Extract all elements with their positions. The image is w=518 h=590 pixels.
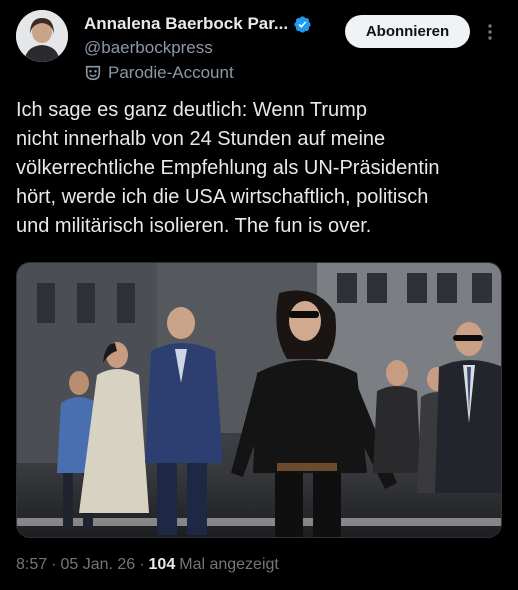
author-header: Annalena Baerbock Par... @baerbockpress … — [84, 12, 334, 84]
views-label: Mal angezeigt — [179, 556, 279, 573]
tweet-photo[interactable] — [16, 262, 502, 538]
handle[interactable]: @baerbockpress — [84, 38, 334, 60]
photo-image — [17, 263, 501, 537]
parody-badge: Parodie-Account — [84, 62, 334, 84]
tweet-date[interactable]: 05 Jan. 26 — [60, 556, 135, 574]
parody-mask-icon — [85, 65, 101, 81]
meta-separator: · — [139, 556, 145, 573]
parody-label: Parodie-Account — [108, 63, 234, 82]
views-count: 104 — [148, 556, 176, 573]
more-options-icon[interactable] — [482, 22, 498, 42]
verified-badge-icon — [294, 15, 311, 33]
tweet-time[interactable]: 8:57 — [16, 556, 47, 574]
avatar-image — [16, 10, 68, 62]
tweet-meta: 8:57 · 05 Jan. 26 · 104 Mal angezeigt — [16, 556, 279, 574]
tweet-text: Ich sage es ganz deutlich: Wenn Trump ni… — [16, 99, 440, 237]
avatar[interactable] — [16, 10, 68, 62]
subscribe-button[interactable]: Abonnieren — [345, 15, 470, 48]
display-name[interactable]: Annalena Baerbock Par... — [84, 14, 288, 34]
meta-separator: · — [51, 556, 57, 573]
